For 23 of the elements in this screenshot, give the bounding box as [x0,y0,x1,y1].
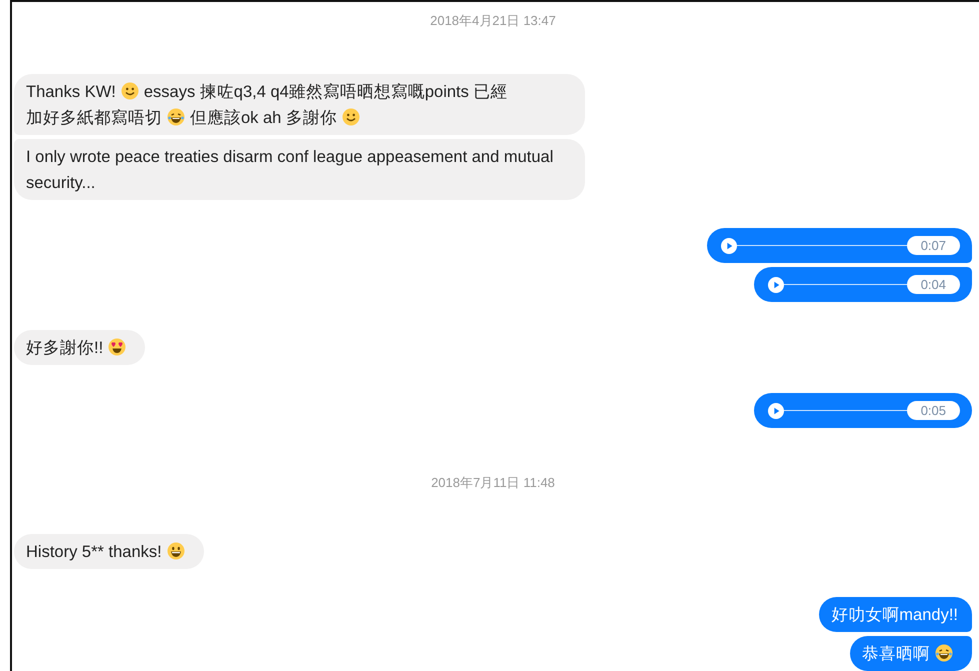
message-text: I only wrote peace treaties disarm conf league appeasement and mutual security... [26,148,554,192]
play-icon[interactable] [768,402,784,418]
duration-label: 0:07 [906,236,960,255]
laughing-face-icon [167,108,185,126]
message-text: History 5** thanks! [26,543,162,561]
duration-label: 0:05 [906,401,960,420]
smiley-icon [342,108,360,126]
laughing-face-icon [935,644,953,662]
message-text: 恭喜晒啊 [862,645,930,663]
timestamp: 2018年7月11日 11:48 [431,474,555,492]
heart-eyes-icon [108,338,126,356]
message-text: 好多謝你!! [26,339,104,357]
smiley-icon [120,82,139,100]
play-icon[interactable] [721,238,737,254]
message-text: 好叻女啊mandy!! [831,606,958,624]
play-icon[interactable] [768,276,784,292]
message-text: essays 揀咗q3,4 q4雖然寫唔晒想寫嘅points 已經 [144,83,508,101]
timestamp: 2018年4月21日 13:47 [430,12,556,30]
duration-label: 0:04 [906,275,960,294]
grinning-face-icon [166,542,185,560]
message-text: 加好多紙都寫唔切 [26,109,162,127]
message-text: 但應該ok ah 多謝你 [190,109,337,127]
message-text: Thanks KW! [26,83,116,101]
